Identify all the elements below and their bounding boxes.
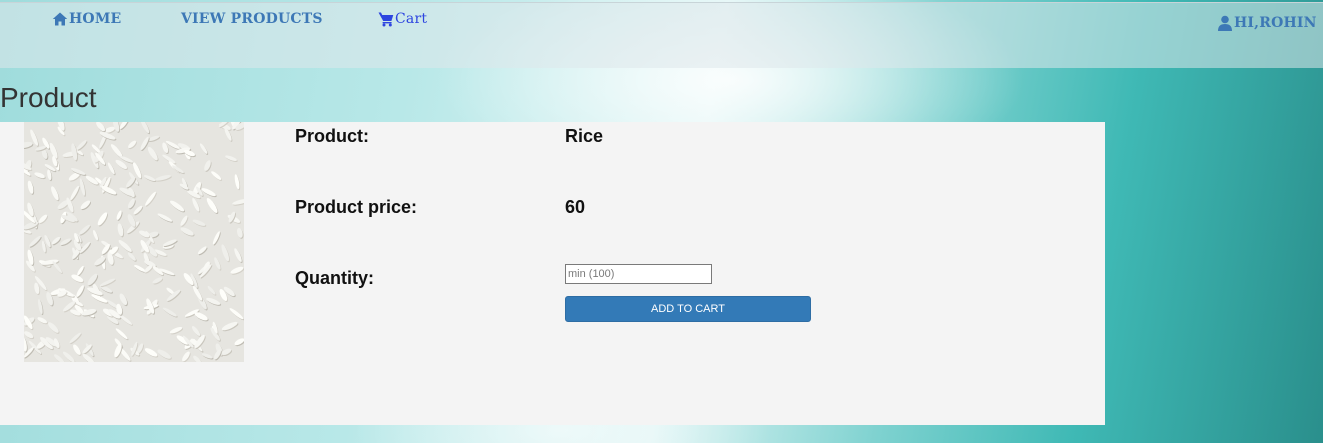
nav-view-products-link[interactable]: VIEW PRODUCTS [181, 11, 323, 27]
product-panel: Product: Rice Product price: 60 Quantity… [0, 122, 1105, 425]
nav-cart-label: Cart [395, 11, 428, 27]
nav-user-label: HI,ROHIN [1234, 15, 1317, 31]
home-icon [52, 11, 68, 27]
nav-cart-link[interactable]: Cart [378, 11, 427, 27]
product-name-label: Product: [295, 126, 369, 146]
page-title: Product [0, 82, 97, 113]
nav-user-link[interactable]: HI,ROHIN [1217, 15, 1317, 31]
product-name-value: Rice [565, 126, 604, 146]
quantity-input[interactable] [565, 264, 712, 284]
product-price-label: Product price: [295, 197, 418, 217]
product-price-value: 60 [565, 197, 586, 217]
nav-home-link[interactable]: HOME [52, 11, 121, 27]
nav-home-label: HOME [69, 11, 122, 27]
rice-image [24, 122, 244, 362]
shopping-cart-icon [378, 11, 394, 27]
nav-view-products-label: VIEW PRODUCTS [181, 11, 323, 27]
add-to-cart-button[interactable]: ADD TO CART [565, 296, 811, 322]
quantity-label: Quantity: [295, 268, 374, 288]
user-icon [1217, 15, 1233, 31]
navbar: HOME VIEW PRODUCTS Cart HI,ROHIN [0, 2, 1323, 68]
